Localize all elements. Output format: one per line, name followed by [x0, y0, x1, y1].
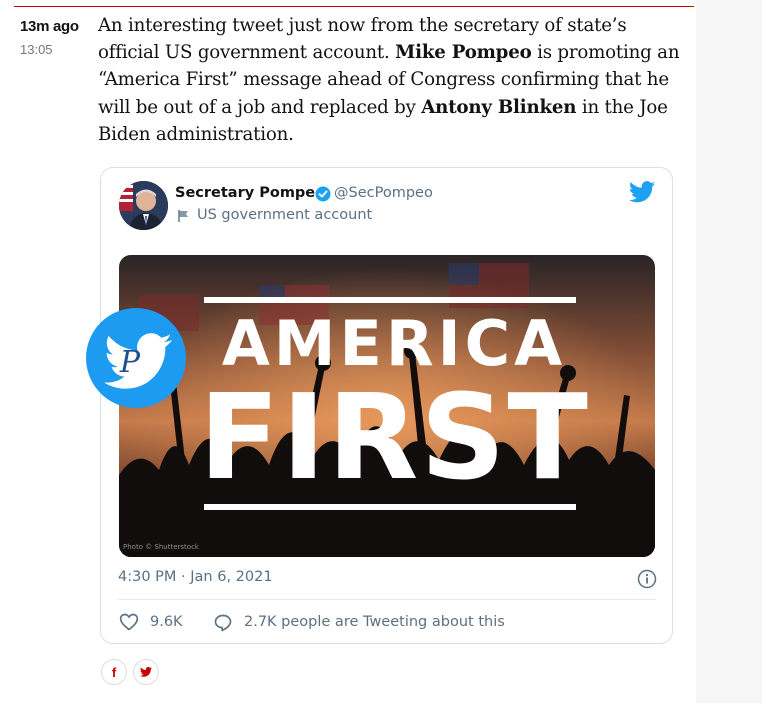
share-twitter-button[interactable] — [133, 659, 159, 685]
post-time-column: 13m ago 13:05 — [20, 17, 90, 59]
twitter-bird-icon[interactable] — [629, 181, 655, 207]
heart-icon[interactable] — [119, 612, 139, 636]
like-count: 9.6K — [150, 614, 183, 630]
image-rule-top — [204, 297, 576, 303]
image-rule-bottom — [204, 504, 576, 510]
flag-icon — [177, 208, 191, 227]
info-icon[interactable] — [637, 569, 657, 593]
image-title-line2: FIRST — [199, 368, 590, 506]
account-label: US government account — [197, 207, 373, 223]
post-top-rule — [14, 6, 694, 7]
page-gutter — [696, 0, 762, 703]
twitter-bird-icon — [140, 667, 152, 677]
live-blog-post: 13m ago 13:05 An interesting tweet just … — [0, 0, 696, 703]
verified-badge-icon — [315, 186, 331, 206]
tweeting-count[interactable]: 2.7K people are Tweeting about this — [244, 614, 505, 630]
twitter-watermark-logo: P — [84, 306, 188, 410]
post-bold-1: Mike Pompeo — [395, 42, 532, 64]
time-ago[interactable]: 13m ago — [20, 17, 90, 37]
avatar[interactable] — [119, 181, 168, 230]
author-name[interactable]: Secretary Pompeo — [175, 185, 325, 201]
post-bold-2: Antony Blinken — [421, 96, 577, 118]
facebook-icon: f — [111, 664, 117, 680]
tweet-divider — [118, 599, 656, 600]
share-facebook-button[interactable]: f — [101, 659, 127, 685]
post-body: An interesting tweet just now from the s… — [98, 12, 688, 148]
author-handle[interactable]: @SecPompeo — [334, 185, 433, 201]
svg-text:P: P — [119, 345, 141, 380]
image-credit: Photo © Shutterstock — [123, 543, 199, 551]
reply-icon[interactable] — [213, 613, 233, 637]
tweet-time[interactable]: 4:30 PM · Jan 6, 2021 — [118, 569, 273, 585]
tweet-image[interactable]: AMERICA FIRST Photo © Shutterstock — [119, 255, 655, 557]
post-timestamp: 13:05 — [20, 42, 53, 57]
